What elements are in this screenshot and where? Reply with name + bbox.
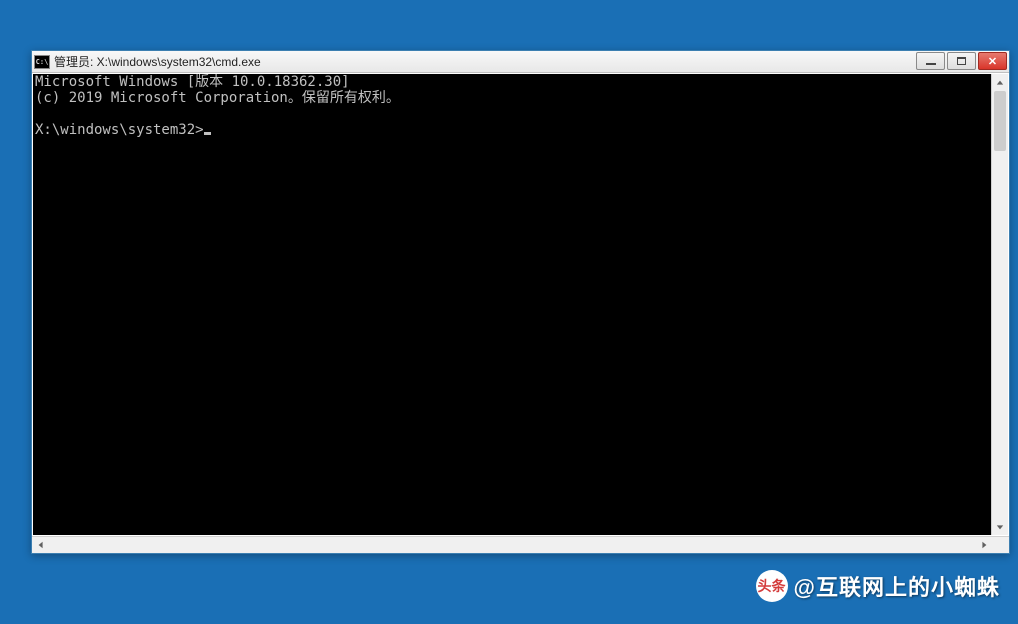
chevron-up-icon (996, 79, 1004, 87)
hscroll-track[interactable] (49, 537, 975, 553)
cmd-window: C:\ 管理员: X:\windows\system32\cmd.exe ✕ M… (31, 50, 1010, 554)
cmd-icon-text: C:\ (36, 58, 49, 66)
console-line: (c) 2019 Microsoft Corporation。保留所有权利。 (35, 90, 400, 106)
console-output[interactable]: Microsoft Windows [版本 10.0.18362.30] (c)… (33, 74, 991, 535)
close-icon: ✕ (988, 55, 997, 68)
minimize-icon (926, 63, 936, 65)
console-line: Microsoft Windows [版本 10.0.18362.30] (35, 74, 350, 90)
console-body: Microsoft Windows [版本 10.0.18362.30] (c)… (32, 73, 1009, 536)
scroll-left-button[interactable] (32, 537, 49, 553)
scroll-up-button[interactable] (992, 74, 1008, 91)
console-prompt: X:\windows\system32> (35, 122, 204, 138)
chevron-down-icon (996, 523, 1004, 531)
cmd-icon: C:\ (34, 55, 50, 69)
maximize-button[interactable] (947, 52, 976, 70)
chevron-left-icon (37, 541, 45, 549)
chevron-right-icon (980, 541, 988, 549)
maximize-icon (957, 57, 966, 65)
vertical-scrollbar[interactable] (991, 74, 1008, 535)
close-button[interactable]: ✕ (978, 52, 1007, 70)
cursor (204, 132, 211, 135)
horizontal-scrollbar[interactable] (32, 536, 1009, 553)
watermark-logo-text: 头条 (758, 576, 786, 596)
titlebar[interactable]: C:\ 管理员: X:\windows\system32\cmd.exe ✕ (32, 51, 1009, 73)
scroll-down-button[interactable] (992, 518, 1008, 535)
watermark-text: @互联网上的小蜘蛛 (794, 570, 1000, 602)
scrollbar-corner (992, 537, 1009, 553)
watermark-logo: 头条 (756, 570, 788, 602)
minimize-button[interactable] (916, 52, 945, 70)
scroll-track[interactable] (992, 91, 1008, 518)
scroll-right-button[interactable] (975, 537, 992, 553)
window-title: 管理员: X:\windows\system32\cmd.exe (54, 53, 261, 70)
window-controls: ✕ (916, 52, 1007, 70)
scroll-thumb[interactable] (994, 91, 1006, 151)
watermark: 头条 @互联网上的小蜘蛛 (756, 570, 1000, 602)
